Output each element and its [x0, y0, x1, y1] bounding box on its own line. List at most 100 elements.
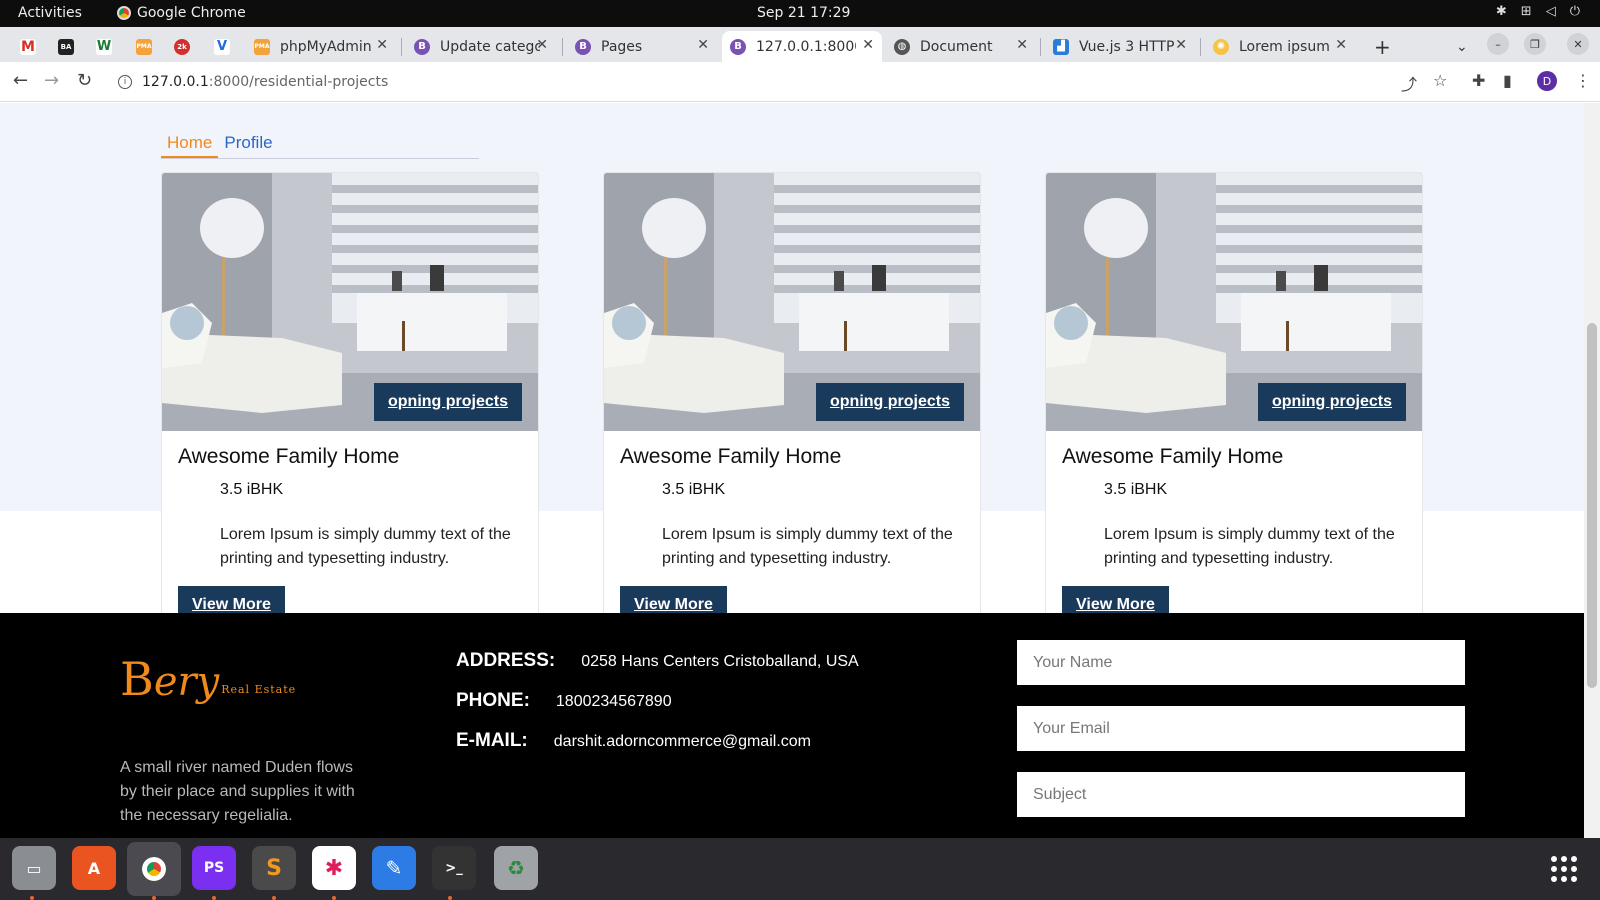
- brand-logo[interactable]: B ery Real Estate: [120, 656, 296, 702]
- footer-address: ADDRESS: 0258 Hans Centers Cristoballand…: [456, 650, 859, 672]
- logo-text: ery: [153, 659, 220, 705]
- page-viewport: Home Profile opning projects Awesome Fam…: [0, 103, 1584, 838]
- globe-icon: ◍: [894, 38, 910, 55]
- address-bar[interactable]: i 127.0.0.1:8000/residential-projects: [110, 67, 1360, 97]
- w-icon: W: [96, 38, 112, 55]
- sun-icon: ✺: [1213, 38, 1229, 55]
- app-menu[interactable]: Google Chrome: [117, 5, 246, 21]
- page-scrollbar[interactable]: [1584, 103, 1600, 838]
- close-icon[interactable]: ✕: [1335, 37, 1347, 53]
- side-panel-icon[interactable]: ▮: [1503, 71, 1512, 90]
- phpstorm-icon[interactable]: PS: [192, 846, 236, 890]
- tab-separator: [401, 38, 402, 56]
- footer-about-text: A small river named Duden flows by their…: [120, 759, 355, 824]
- close-icon[interactable]: ✕: [376, 37, 388, 53]
- app-store-icon[interactable]: A: [72, 846, 116, 890]
- close-icon[interactable]: ✕: [1175, 37, 1187, 53]
- new-tab-button[interactable]: +: [1366, 31, 1396, 62]
- tab-2k[interactable]: 2k: [166, 31, 200, 62]
- tab-label: phpMyAdmin: [280, 38, 372, 55]
- card-bhk: 3.5 iBHK: [662, 481, 726, 498]
- files-icon[interactable]: ▭: [12, 846, 56, 890]
- browser-toolbar: ← → ↻ i 127.0.0.1:8000/residential-proje…: [0, 62, 1600, 102]
- subject-input[interactable]: [1017, 772, 1465, 817]
- tab-strip: M BA W PMA 2k V PMA phpMyAdmin ✕ B Updat…: [0, 27, 1600, 62]
- slack-tray-icon[interactable]: ✱: [1496, 4, 1507, 19]
- email-value[interactable]: darshit.adorncommerce@gmail.com: [554, 733, 811, 751]
- bootstrap-icon: B: [575, 38, 591, 55]
- tab-update-category[interactable]: B Update catego ✕: [406, 31, 556, 62]
- show-applications-icon[interactable]: [1551, 856, 1577, 882]
- text-editor-icon[interactable]: ✎: [372, 846, 416, 890]
- share-icon[interactable]: ⤴: [1401, 71, 1417, 95]
- bootstrap-icon: B: [414, 38, 430, 55]
- window-close-button[interactable]: ✕: [1567, 33, 1589, 55]
- v-icon: V: [214, 38, 230, 55]
- your-email-input[interactable]: [1017, 706, 1465, 751]
- bootstrap-icon: B: [730, 38, 746, 55]
- close-icon[interactable]: ✕: [697, 37, 709, 53]
- extensions-puzzle-icon[interactable]: ✚: [1472, 71, 1485, 90]
- tab-pages[interactable]: B Pages ✕: [567, 31, 717, 62]
- opening-projects-button[interactable]: opning projects: [374, 383, 522, 421]
- minimize-button[interactable]: –: [1487, 33, 1509, 55]
- slack-icon[interactable]: ✱: [312, 846, 356, 890]
- 2k-icon: 2k: [174, 38, 190, 55]
- running-indicator: [212, 896, 216, 900]
- close-icon[interactable]: ✕: [862, 37, 874, 53]
- menu-kebab-icon[interactable]: ⋮: [1575, 71, 1591, 90]
- site-info-icon[interactable]: i: [118, 75, 132, 89]
- sublime-icon[interactable]: S: [252, 846, 296, 890]
- url-path: :8000/residential-projects: [208, 74, 389, 90]
- tab-label: 127.0.0.1:8000: [756, 38, 856, 55]
- tab-ba[interactable]: BA: [50, 31, 84, 62]
- tab-search-button[interactable]: ⌄: [1448, 31, 1478, 62]
- close-icon[interactable]: ✕: [536, 37, 548, 53]
- scrollbar-thumb[interactable]: [1587, 323, 1597, 688]
- tab-label: Pages: [601, 38, 643, 55]
- url-host: 127.0.0.1: [142, 74, 209, 90]
- tab-pma[interactable]: PMA: [128, 31, 162, 62]
- tab-phpmyadmin[interactable]: PMA phpMyAdmin ✕: [246, 31, 396, 62]
- nav-tab-home[interactable]: Home: [161, 127, 219, 158]
- profile-avatar[interactable]: D: [1537, 71, 1557, 91]
- tab-v[interactable]: V: [206, 31, 240, 62]
- tab-active-localhost[interactable]: B 127.0.0.1:8000 ✕: [722, 31, 882, 62]
- card-bhk: 3.5 iBHK: [1104, 481, 1168, 498]
- gmail-icon: M: [20, 38, 36, 55]
- logo-subtitle: Real Estate: [221, 683, 297, 696]
- tab-label: Update catego: [440, 38, 540, 55]
- nav-tab-profile[interactable]: Profile: [218, 127, 278, 158]
- your-name-input[interactable]: [1017, 640, 1465, 685]
- terminal-icon[interactable]: >_: [432, 846, 476, 890]
- power-icon[interactable]: ⏻: [1570, 4, 1580, 19]
- restore-button[interactable]: ❐: [1524, 33, 1546, 55]
- project-card: opning projects Awesome Family Home 3.5 …: [1045, 172, 1423, 632]
- logo-letter: B: [120, 652, 154, 706]
- opening-projects-button[interactable]: opning projects: [816, 383, 964, 421]
- back-arrow-icon[interactable]: ←: [13, 70, 28, 91]
- volume-icon[interactable]: ◁: [1546, 4, 1556, 19]
- activities-button[interactable]: Activities: [18, 5, 82, 21]
- tab-lorem-ipsum[interactable]: ✺ Lorem ipsum ✕: [1205, 31, 1355, 62]
- bookmark-star-icon[interactable]: ☆: [1433, 71, 1447, 90]
- trash-icon[interactable]: ♻: [494, 846, 538, 890]
- forward-arrow-icon[interactable]: →: [44, 70, 59, 91]
- app-name: Google Chrome: [137, 5, 246, 21]
- network-icon[interactable]: ⊞: [1521, 4, 1532, 19]
- footer-email: E-MAIL: darshit.adorncommerce@gmail.com: [456, 730, 811, 752]
- tab-gmail[interactable]: M: [12, 31, 46, 62]
- close-icon[interactable]: ✕: [1016, 37, 1028, 53]
- system-top-bar: Activities Google Chrome Sep 21 17:29 ✱ …: [0, 0, 1600, 27]
- card-description: Lorem Ipsum is simply dummy text of the …: [220, 526, 511, 567]
- clock[interactable]: Sep 21 17:29: [757, 5, 850, 21]
- phpmyadmin-icon: PMA: [254, 38, 270, 55]
- tab-w[interactable]: W: [88, 31, 122, 62]
- tab-vuejs[interactable]: ▟ Vue.js 3 HTTP ✕: [1045, 31, 1195, 62]
- chrome-icon[interactable]: [127, 842, 181, 896]
- system-tray[interactable]: ✱ ⊞ ◁ ⏻: [1496, 4, 1580, 19]
- card-title: Awesome Family Home: [620, 445, 842, 468]
- opening-projects-button[interactable]: opning projects: [1258, 383, 1406, 421]
- reload-icon[interactable]: ↻: [77, 70, 92, 91]
- tab-document[interactable]: ◍ Document ✕: [886, 31, 1036, 62]
